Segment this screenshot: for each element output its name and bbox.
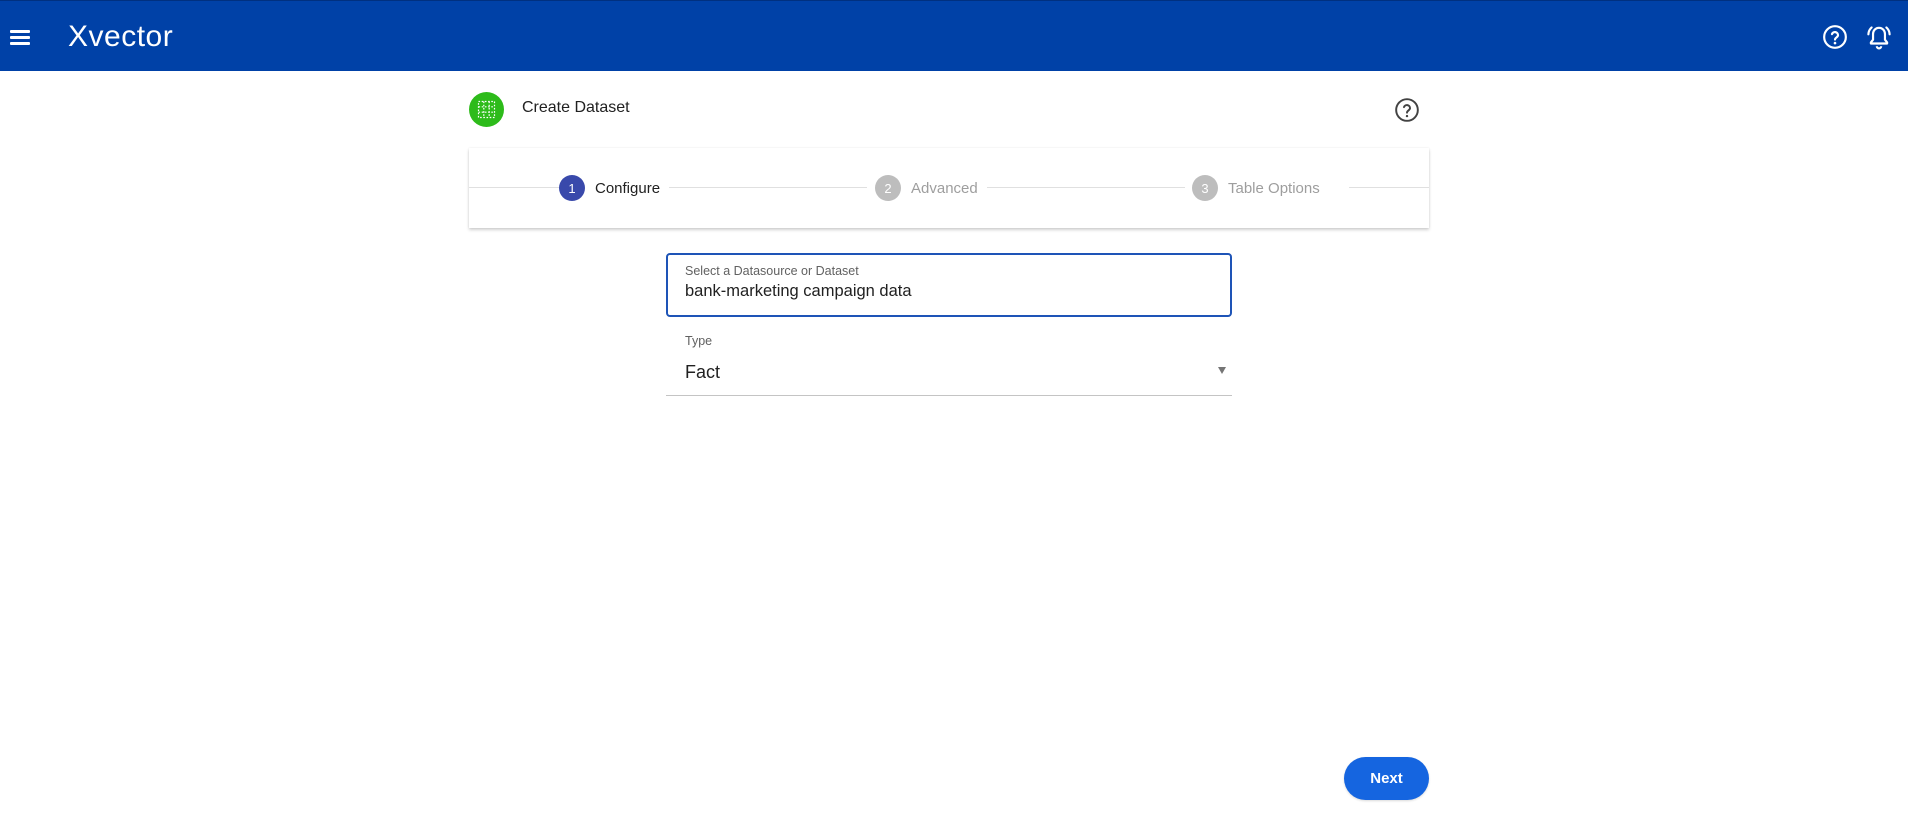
step-connector [987, 187, 1185, 188]
datasource-field-label: Select a Datasource or Dataset [685, 264, 859, 278]
step-label: Table Options [1228, 179, 1320, 197]
type-select-value: Fact [685, 362, 721, 382]
top-app-bar: Xvector [0, 0, 1908, 71]
step-number: 1 [559, 175, 585, 201]
dataset-grid-glyph [477, 100, 496, 119]
datasource-field[interactable]: Select a Datasource or Dataset [666, 253, 1232, 317]
dropdown-caret-icon [1218, 367, 1226, 374]
page-title: Create Dataset [522, 99, 630, 116]
step-label: Advanced [911, 179, 978, 197]
step-advanced[interactable]: 2 Advanced [875, 175, 978, 201]
app-logo[interactable]: Xvector [68, 17, 173, 57]
bell-alert-icon[interactable] [1866, 24, 1892, 50]
stepper: 1 Configure 2 Advanced 3 Table Options [469, 148, 1429, 228]
hamburger-menu-icon[interactable] [8, 27, 32, 51]
step-label: Configure [595, 179, 661, 197]
step-number: 2 [875, 175, 901, 201]
step-connector [469, 187, 559, 188]
help-circle-icon[interactable] [1822, 24, 1848, 50]
app-logo-text: Xvector [68, 20, 174, 53]
help-circle-icon[interactable] [1394, 97, 1420, 123]
step-number: 3 [1192, 175, 1218, 201]
type-select-label: Type [685, 334, 713, 348]
type-select[interactable]: Type Fact [666, 331, 1232, 396]
step-table-options[interactable]: 3 Table Options [1192, 175, 1320, 201]
step-configure[interactable]: 1 Configure [559, 175, 660, 201]
datasource-input[interactable] [685, 282, 1205, 301]
dataset-grid-icon [469, 92, 504, 127]
step-connector [1349, 187, 1429, 188]
step-connector [669, 187, 867, 188]
next-button[interactable]: Next [1344, 757, 1429, 800]
